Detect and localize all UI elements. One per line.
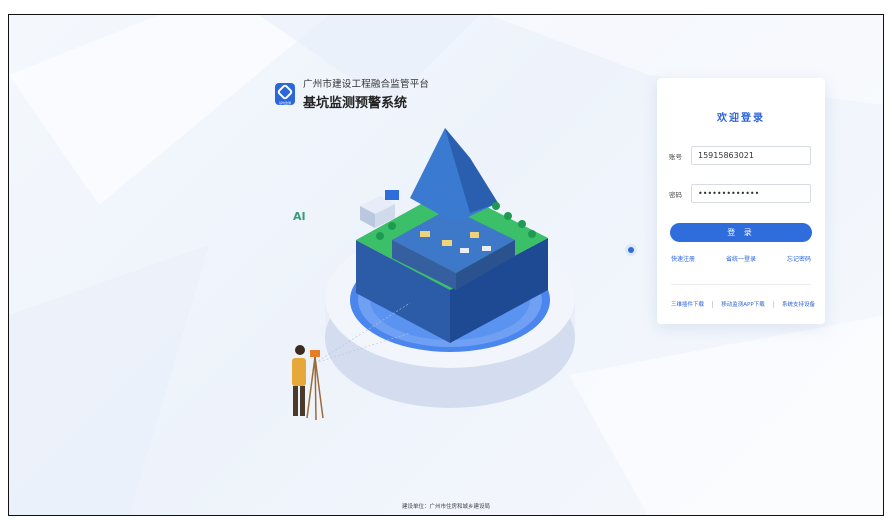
unified-login-link[interactable]: 省统一登录: [726, 254, 756, 263]
password-row: 密码 •••••••••••••: [669, 184, 811, 203]
brand-header: 基坑监测 广州市建设工程融合监管平台 基坑监测预警系统: [275, 76, 429, 111]
account-label: 账号: [669, 152, 682, 161]
footer-text: 建设单位：广州市住房和城乡建设局: [401, 504, 490, 510]
plugin-download-link[interactable]: 三维插件下载: [671, 300, 704, 308]
isometric-site-illustration: [292, 128, 575, 421]
ai-icon: AI: [293, 210, 306, 223]
quick-register-link[interactable]: 快速注册: [671, 254, 695, 263]
download-links: 三维插件下载 移动监测APP下载 系统支持设备: [671, 300, 815, 308]
divider: [671, 284, 811, 285]
login-button[interactable]: 登 录: [670, 223, 812, 242]
login-card: 欢迎登录 账号 15915863021 密码 ••••••••••••• 登 录…: [657, 78, 825, 324]
account-input[interactable]: 15915863021: [691, 146, 811, 165]
camera-icon: [625, 244, 637, 256]
password-label: 密码: [669, 190, 682, 199]
account-row: 账号 15915863021: [669, 146, 811, 165]
link-separator: [712, 300, 714, 308]
hexagon-logo-icon: 基坑监测: [275, 82, 295, 105]
forgot-password-link[interactable]: 忘记密码: [787, 254, 811, 263]
system-name: 基坑监测预警系统: [303, 96, 408, 111]
supported-devices-link[interactable]: 系统支持设备: [782, 300, 815, 308]
logo-caption: 基坑监测: [278, 100, 291, 105]
password-input[interactable]: •••••••••••••: [691, 184, 811, 203]
link-separator: [772, 300, 774, 308]
login-title: 欢迎登录: [717, 113, 765, 124]
app-download-link[interactable]: 移动监测APP下载: [721, 300, 764, 308]
svg-text:AI: AI: [293, 210, 306, 223]
org-name: 广州市建设工程融合监管平台: [303, 79, 430, 90]
login-links: 快速注册 省统一登录 忘记密码: [671, 254, 811, 263]
